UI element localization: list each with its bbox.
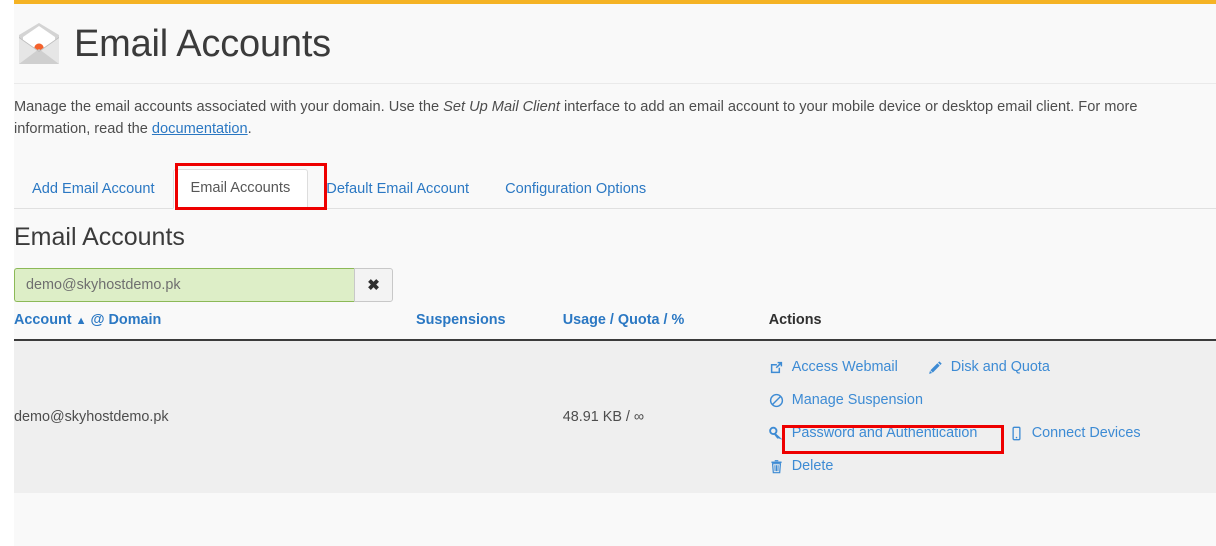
tab-configuration-options[interactable]: Configuration Options [487, 170, 664, 209]
description-emphasis: Set Up Mail Client [443, 99, 560, 115]
table-row: demo@skyhostdemo.pk 48.91 KB / ∞ Access … [14, 340, 1216, 493]
sort-by-account-link[interactable]: Account [14, 312, 72, 328]
mobile-phone-icon [1009, 426, 1025, 442]
disk-and-quota-label: Disk and Quota [950, 359, 1050, 376]
cell-usage: 48.91 KB / ∞ [562, 340, 769, 493]
table-body: demo@skyhostdemo.pk 48.91 KB / ∞ Access … [14, 340, 1216, 493]
search-input[interactable] [14, 268, 354, 302]
sort-ascending-icon: ▲ [75, 315, 87, 327]
tab-default-email-account[interactable]: Default Email Account [308, 170, 487, 209]
documentation-link[interactable]: documentation [152, 121, 248, 137]
manage-suspension-action[interactable]: Manage Suspension [769, 393, 923, 409]
delete-action[interactable]: Delete [769, 458, 834, 475]
disk-and-quota-action[interactable]: Disk and Quota [928, 360, 1050, 376]
tab-add-email-account[interactable]: Add Email Account [14, 170, 173, 209]
actions-row-2: Manage Suspension [769, 390, 1216, 411]
email-account-icon [16, 21, 62, 67]
search-clear-button[interactable]: ✖ [354, 268, 393, 302]
usage-separator-1: / [609, 312, 614, 328]
tab-email-accounts[interactable]: Email Accounts [172, 169, 309, 209]
table-head: Account ▲ @ Domain Suspensions Usage / Q… [14, 312, 1216, 341]
external-link-icon [769, 360, 785, 376]
connect-devices-action[interactable]: Connect Devices [1009, 426, 1141, 442]
access-webmail-label: Access Webmail [791, 359, 898, 376]
section-heading: Email Accounts [14, 223, 185, 251]
sort-by-quota-link[interactable]: Quota [618, 312, 660, 328]
page-title: Email Accounts [74, 22, 331, 65]
usage-separator-2: / [663, 312, 668, 328]
access-webmail-action[interactable]: Access Webmail [769, 360, 902, 376]
search-bar: ✖ [14, 268, 393, 302]
actions-row-4: Delete [769, 456, 1216, 477]
sort-by-percent-link[interactable]: % [672, 312, 685, 328]
table-header-row: Account ▲ @ Domain Suspensions Usage / Q… [14, 312, 1216, 341]
page-header: Email Accounts [14, 4, 1216, 84]
cell-account: demo@skyhostdemo.pk [14, 340, 416, 493]
column-header-actions: Actions [768, 312, 1216, 341]
sort-by-domain-link[interactable]: Domain [109, 312, 162, 328]
password-and-authentication-action[interactable]: Password and Authentication [769, 426, 983, 442]
tab-bar: Add Email Account Email Accounts Default… [14, 163, 1216, 209]
description-part3: . [247, 121, 252, 138]
actions-row-3: Password and Authentication Connect Devi [769, 423, 1216, 444]
email-accounts-table: Account ▲ @ Domain Suspensions Usage / Q… [14, 312, 1216, 493]
cell-suspensions [416, 340, 563, 493]
manage-suspension-label: Manage Suspension [791, 392, 923, 409]
actions-row-1: Access Webmail Disk and Quota [769, 357, 1216, 378]
column-header-usage: Usage / Quota / % [562, 312, 769, 341]
description-part1: Manage the email accounts associated wit… [14, 99, 444, 115]
ban-icon [769, 393, 785, 409]
key-icon [769, 426, 785, 442]
column-header-suspensions: Suspensions [416, 312, 563, 341]
cell-actions: Access Webmail Disk and Quota Manage Sus… [768, 340, 1216, 493]
connect-devices-label: Connect Devices [1031, 425, 1141, 442]
close-x-icon: ✖ [367, 277, 380, 294]
column-header-account: Account ▲ @ Domain [14, 312, 416, 341]
sort-by-suspensions-link[interactable]: Suspensions [416, 312, 506, 328]
at-symbol: @ [90, 312, 105, 328]
page-container: Email Accounts Manage the email accounts… [14, 0, 1216, 546]
pencil-icon [928, 360, 944, 376]
trash-icon [769, 459, 785, 475]
page-description: Manage the email accounts associated wit… [14, 96, 1154, 140]
actions-group: Access Webmail Disk and Quota Manage Sus… [769, 349, 1216, 485]
sort-by-usage-link[interactable]: Usage [563, 312, 606, 328]
delete-label: Delete [791, 458, 834, 475]
password-and-authentication-label: Password and Authentication [791, 425, 978, 442]
